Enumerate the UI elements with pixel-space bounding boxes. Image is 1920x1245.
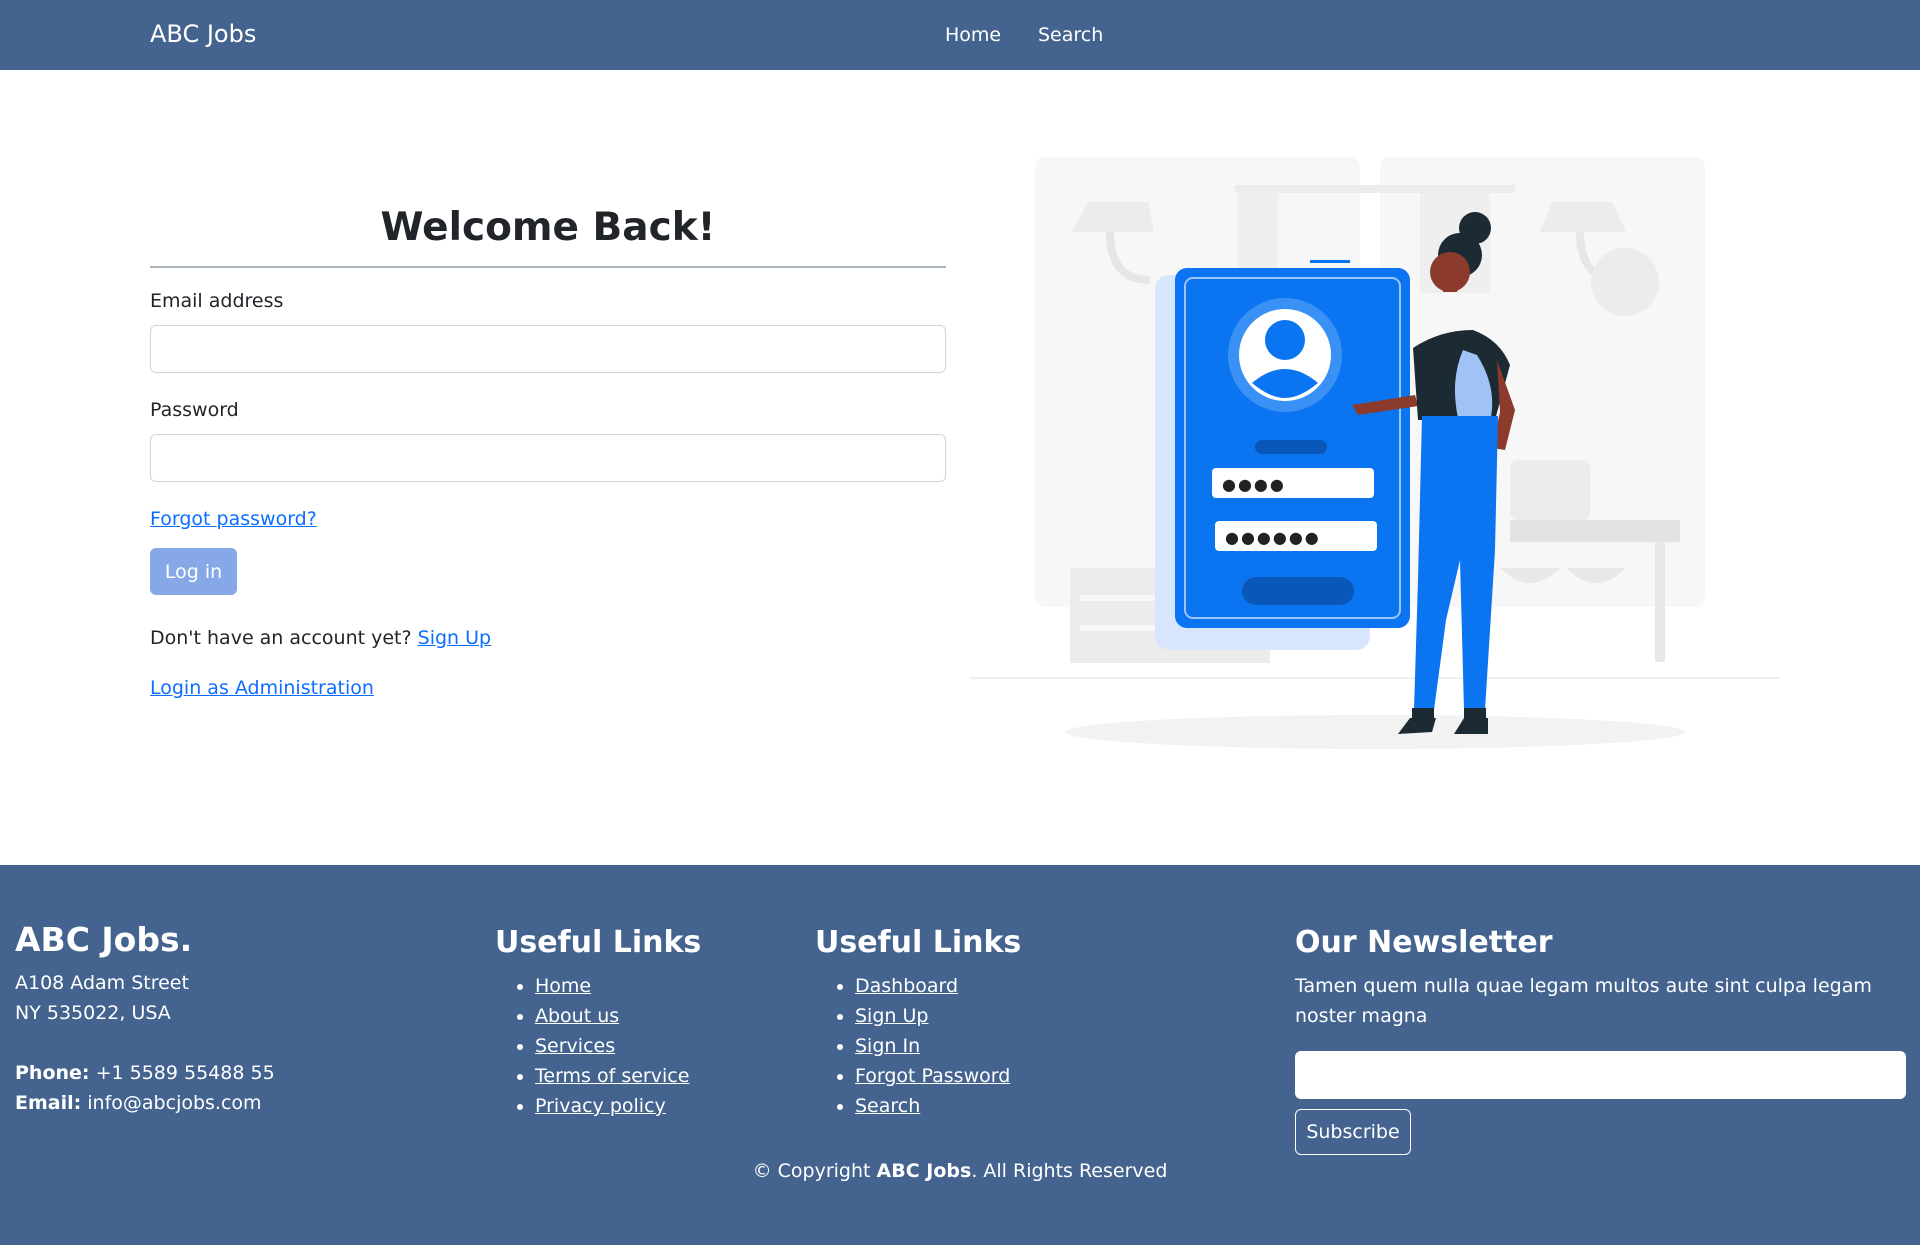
footer-phone: Phone: +1 5589 55488 55	[15, 1058, 435, 1088]
login-button[interactable]: Log in	[150, 548, 237, 595]
footer-email: Email: info@abcjobs.com	[15, 1088, 435, 1118]
copyright: © Copyright ABC Jobs. All Rights Reserve…	[0, 1160, 1920, 1182]
footer-email-label: Email:	[15, 1092, 82, 1114]
email-label: Email address	[150, 290, 284, 312]
brand-link[interactable]: ABC Jobs	[150, 20, 256, 48]
navbar: ABC Jobs Home Search	[0, 0, 1920, 70]
signup-link[interactable]: Sign Up	[418, 627, 491, 649]
signup-prompt: Don't have an account yet? Sign Up	[150, 625, 946, 651]
woman-neck	[1443, 270, 1457, 292]
footer-link-home[interactable]: Home	[535, 975, 591, 997]
table-top	[1510, 520, 1680, 542]
list-item: Forgot Password	[855, 1061, 1175, 1091]
newsletter-heading: Our Newsletter	[1295, 925, 1553, 960]
login-form: Welcome Back! Email address Password For…	[150, 200, 946, 701]
password-input[interactable]	[150, 434, 946, 482]
avatar-head	[1265, 320, 1305, 360]
footer-link-search[interactable]: Search	[855, 1095, 920, 1117]
phone-password-dots-2: ●●●●●●	[1225, 528, 1321, 547]
footer-links2-list: Dashboard Sign Up Sign In Forgot Passwor…	[815, 971, 1175, 1121]
newsletter-text: Tamen quem nulla quae legam multos aute …	[1295, 975, 1872, 1027]
woman-overalls	[1414, 416, 1498, 710]
title-divider	[150, 266, 946, 268]
password-label: Password	[150, 399, 239, 421]
email-input[interactable]	[150, 325, 946, 373]
forgot-password-link[interactable]: Forgot password?	[150, 506, 946, 538]
lamp-right-shade	[1540, 202, 1626, 232]
login-title: Welcome Back!	[380, 205, 716, 250]
list-item: Home	[535, 971, 775, 1001]
footer-links-1: Useful Links Home About us Services Term…	[495, 925, 775, 1121]
footer-phone-label: Phone:	[15, 1062, 90, 1084]
list-item: Search	[855, 1091, 1175, 1121]
footer: ABC Jobs. A108 Adam Street NY 535022, US…	[0, 865, 1920, 1245]
list-item: Terms of service	[535, 1061, 775, 1091]
footer-address-line2: NY 535022, USA	[15, 1002, 171, 1024]
footer-link-signup[interactable]: Sign Up	[855, 1005, 928, 1027]
footer-link-services[interactable]: Services	[535, 1035, 615, 1057]
admin-login-link[interactable]: Login as Administration	[150, 675, 946, 701]
nav-link-home[interactable]: Home	[945, 24, 1001, 46]
list-item: Dashboard	[855, 971, 1175, 1001]
floor-shadow	[1065, 715, 1685, 749]
footer-brand: ABC Jobs.	[15, 920, 193, 959]
footer-email-value: info@abcjobs.com	[87, 1092, 262, 1114]
footer-link-dashboard[interactable]: Dashboard	[855, 975, 958, 997]
nav-link-search[interactable]: Search	[1038, 24, 1103, 46]
copyright-suffix: . All Rights Reserved	[971, 1160, 1168, 1182]
phone-name-bar	[1255, 440, 1327, 454]
footer-link-about[interactable]: About us	[535, 1005, 619, 1027]
footer-link-terms[interactable]: Terms of service	[535, 1065, 689, 1087]
no-account-text: Don't have an account yet?	[150, 627, 412, 649]
login-illustration: ●●●● ●●●●●●	[970, 150, 1780, 760]
footer-address-line1: A108 Adam Street	[15, 972, 189, 994]
list-item: Sign Up	[855, 1001, 1175, 1031]
footer-phone-value: +1 5589 55488 55	[95, 1062, 275, 1084]
phone-password-dots-1: ●●●●	[1222, 475, 1286, 494]
footer-links1-list: Home About us Services Terms of service …	[495, 971, 775, 1121]
copyright-brand: ABC Jobs	[876, 1160, 972, 1182]
footer-link-signin[interactable]: Sign In	[855, 1035, 920, 1057]
footer-newsletter: Our Newsletter Tamen quem nulla quae leg…	[1295, 925, 1906, 1155]
footer-links1-heading: Useful Links	[495, 925, 702, 960]
copyright-prefix: © Copyright	[752, 1160, 871, 1182]
newsletter-email-input[interactable]	[1295, 1051, 1906, 1099]
phone-speaker	[1310, 260, 1350, 263]
woman-cuff-right	[1464, 708, 1486, 718]
footer-links2-heading: Useful Links	[815, 925, 1022, 960]
lamp-right-globe	[1591, 248, 1659, 316]
footer-contact: ABC Jobs. A108 Adam Street NY 535022, US…	[15, 920, 435, 1118]
subscribe-button[interactable]: Subscribe	[1295, 1109, 1411, 1155]
table-leg	[1655, 542, 1665, 662]
cabinet-top	[1235, 185, 1515, 193]
list-item: Privacy policy	[535, 1091, 775, 1121]
list-item: Sign In	[855, 1031, 1175, 1061]
pot	[1510, 460, 1590, 520]
footer-link-forgot-password[interactable]: Forgot Password	[855, 1065, 1010, 1087]
footer-links-2: Useful Links Dashboard Sign Up Sign In F…	[815, 925, 1175, 1121]
illustration-svg: ●●●● ●●●●●●	[970, 157, 1780, 749]
list-item: About us	[535, 1001, 775, 1031]
phone-submit-pill	[1242, 577, 1354, 605]
footer-link-privacy[interactable]: Privacy policy	[535, 1095, 666, 1117]
list-item: Services	[535, 1031, 775, 1061]
woman-cuff-left	[1412, 708, 1434, 718]
